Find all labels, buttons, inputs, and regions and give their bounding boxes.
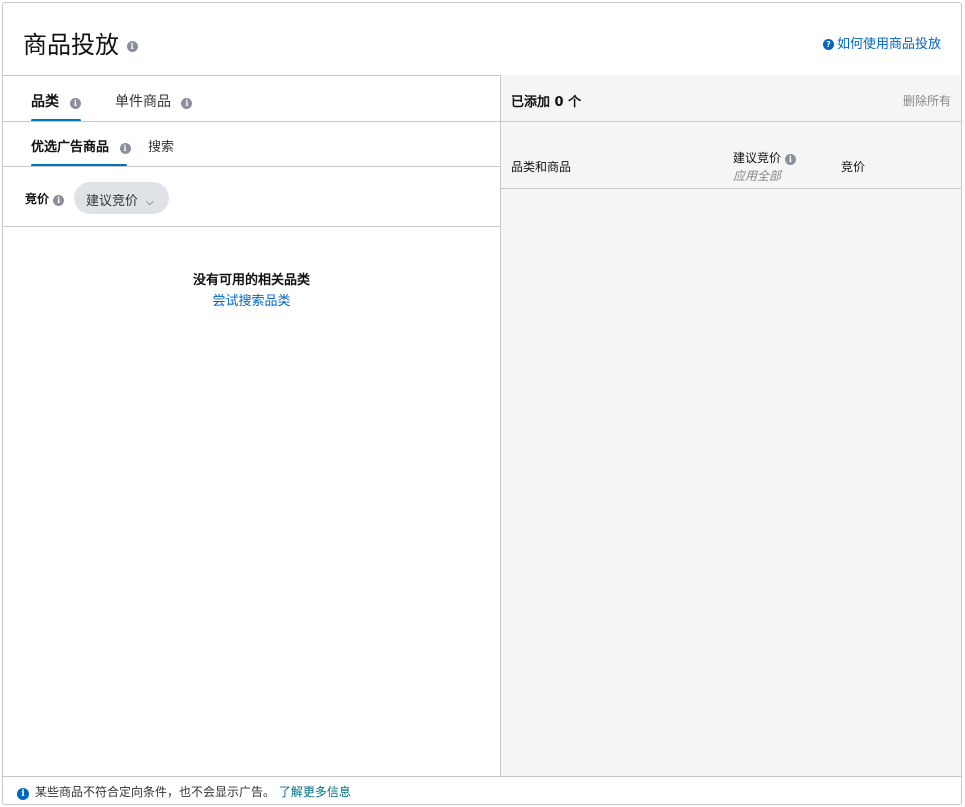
info-icon: i [17, 788, 29, 800]
info-icon[interactable]: i [119, 143, 131, 154]
help-link[interactable]: ? 如何使用商品投放 [822, 33, 941, 52]
apply-all-link[interactable]: 应用全部 [733, 167, 781, 184]
info-icon[interactable]: i [126, 41, 138, 52]
tab-single-product[interactable]: 单件商品 i [115, 91, 193, 111]
added-count: 已添加 0 个 [511, 95, 582, 110]
product-targeting-panel: 商品投放 i ? 如何使用商品投放 品类 i 单件商品 i 优选广告商品 i 搜索… [2, 2, 962, 805]
column-header-suggested-bid: 建议竞价 i [733, 149, 796, 166]
bid-label-text: 竞价 [25, 192, 50, 206]
suggested-bid-text: 建议竞价 [733, 151, 782, 165]
search-category-link[interactable]: 尝试搜索品类 [3, 290, 500, 309]
subtab-label: 搜索 [148, 140, 175, 155]
left-panel: 品类 i 单件商品 i 优选广告商品 i 搜索 竞价 i 建议竞价 ⌵ 没有可用的… [3, 75, 500, 776]
subtab-search[interactable]: 搜索 [148, 136, 174, 155]
question-icon: ? [822, 39, 834, 50]
remove-all-button[interactable]: 删除所有 [903, 92, 951, 109]
tab-label: 品类 [31, 94, 59, 110]
column-header-bid: 竞价 [841, 160, 866, 174]
page-title-text: 商品投放 [23, 31, 119, 59]
info-icon[interactable]: i [53, 195, 65, 206]
help-link-text: 如何使用商品投放 [836, 37, 941, 52]
info-icon[interactable]: i [69, 98, 81, 109]
column-header-item: 品类和商品 [511, 160, 572, 174]
info-icon[interactable]: i [181, 98, 193, 109]
bid-select-value: 建议竞价 [86, 194, 139, 209]
learn-more-link[interactable]: 了解更多信息 [279, 785, 351, 799]
info-icon[interactable]: i [784, 154, 796, 165]
tab-label: 单件商品 [115, 94, 171, 110]
right-panel: 已添加 0 个 删除所有 品类和商品 建议竞价 i 应用全部 竞价 [500, 75, 962, 776]
footer-message: 某些商品不符合定向条件，也不会显示广告。 [35, 785, 276, 799]
bid-select[interactable]: 建议竞价 ⌵ [74, 182, 169, 214]
subtab-suggested[interactable]: 优选广告商品 i [31, 136, 131, 155]
chevron-down-icon: ⌵ [146, 197, 154, 208]
page-title: 商品投放 i [23, 25, 138, 60]
footer-notice: i 某些商品不符合定向条件，也不会显示广告。 了解更多信息 [3, 776, 961, 805]
tab-category[interactable]: 品类 i [31, 91, 81, 111]
empty-message: 没有可用的相关品类 [192, 273, 310, 288]
subtab-label: 优选广告商品 [31, 140, 110, 155]
bid-label: 竞价 i [25, 190, 65, 207]
